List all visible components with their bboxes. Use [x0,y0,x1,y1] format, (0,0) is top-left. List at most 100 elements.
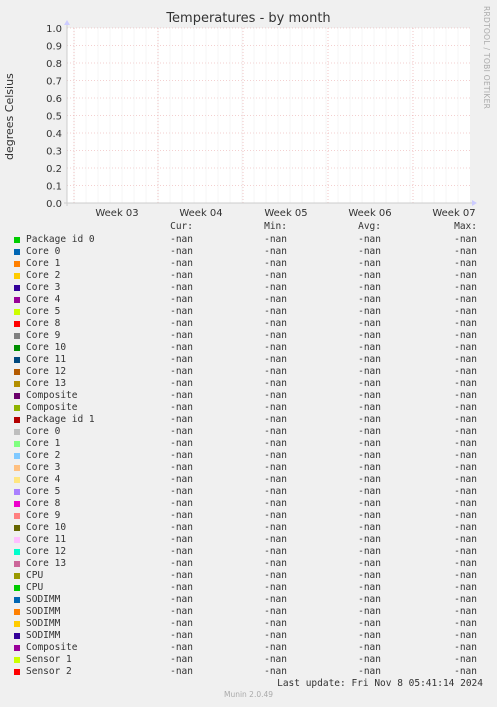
legend-value-max: -nan [454,246,477,257]
legend-swatch [14,657,20,663]
legend-swatch [14,249,20,255]
legend-value-avg: -nan [358,486,381,497]
legend-value-avg: -nan [358,246,381,257]
legend-series-name: Composite [26,390,78,401]
legend-series-name: Core 4 [26,474,61,485]
legend-value-cur: -nan [170,378,193,389]
legend-value-avg: -nan [358,462,381,473]
legend-value-max: -nan [454,270,477,281]
legend-swatch [14,621,20,627]
x-tick-label: Week 04 [179,208,222,219]
legend-value-min: -nan [264,618,287,629]
legend-value-avg: -nan [358,258,381,269]
legend-swatch [14,333,20,339]
legend-swatch [14,261,20,267]
legend-value-avg: -nan [358,270,381,281]
legend-header: Cur: Min: Avg: Max: [0,221,497,234]
legend-swatch [14,501,20,507]
legend-value-min: -nan [264,282,287,293]
legend-value-max: -nan [454,666,477,677]
legend-value-min: -nan [264,546,287,557]
last-update: Last update: Fri Nov 8 05:41:14 2024 [277,678,483,689]
legend-swatch [14,381,20,387]
legend-series-name: Core 3 [26,282,61,293]
legend-value-cur: -nan [170,438,193,449]
legend-value-avg: -nan [358,498,381,509]
legend-series-name: Core 2 [26,450,61,461]
legend-value-cur: -nan [170,474,193,485]
legend-series-name: Core 5 [26,486,61,497]
legend-value-cur: -nan [170,390,193,401]
legend-row: Core 8 -nan -nan -nan -nan [0,498,497,510]
legend-value-max: -nan [454,354,477,365]
legend-series-name: CPU [26,582,44,593]
legend-value-min: -nan [264,450,287,461]
legend-value-max: -nan [454,510,477,521]
legend-value-min: -nan [264,438,287,449]
legend-row: Core 12 -nan -nan -nan -nan [0,546,497,558]
legend-value-min: -nan [264,486,287,497]
legend-value-avg: -nan [358,606,381,617]
legend-value-cur: -nan [170,534,193,545]
legend-swatch [14,669,20,675]
legend-swatch [14,477,20,483]
legend-value-avg: -nan [358,654,381,665]
legend-series-name: Package id 1 [26,414,95,425]
legend-series-name: Core 8 [26,498,61,509]
legend-value-max: -nan [454,378,477,389]
legend-swatch [14,321,20,327]
legend-row: Core 1 -nan -nan -nan -nan [0,438,497,450]
legend-swatch [14,393,20,399]
legend-swatch [14,309,20,315]
legend-value-max: -nan [454,390,477,401]
legend-value-min: -nan [264,582,287,593]
legend-value-max: -nan [454,450,477,461]
legend-value-cur: -nan [170,558,193,569]
legend-row: Composite -nan -nan -nan -nan [0,390,497,402]
legend-value-avg: -nan [358,642,381,653]
legend-value-cur: -nan [170,546,193,557]
legend-row: SODIMM -nan -nan -nan -nan [0,606,497,618]
legend-row: Core 8 -nan -nan -nan -nan [0,318,497,330]
legend-value-avg: -nan [358,546,381,557]
legend-value-avg: -nan [358,666,381,677]
legend-swatch [14,273,20,279]
legend-value-min: -nan [264,426,287,437]
legend-value-avg: -nan [358,414,381,425]
legend-value-avg: -nan [358,282,381,293]
legend-swatch [14,525,20,531]
y-tick-label: 0.0 [46,199,62,210]
legend-value-cur: -nan [170,630,193,641]
y-tick-label: 0.2 [46,164,62,175]
legend-value-cur: -nan [170,510,193,521]
legend-series-name: CPU [26,570,44,581]
legend-value-max: -nan [454,318,477,329]
chart-svg: 0.0 0.1 0.2 0.3 0.4 0.5 0.6 0.7 0.8 0.9 1.0 Week 0… [46,20,477,219]
legend-value-cur: -nan [170,294,193,305]
x-tick-labels: Week 03 Week 04 Week 05 Week 06 Week 07 [95,208,475,219]
legend-value-min: -nan [264,390,287,401]
legend-row: Core 11 -nan -nan -nan -nan [0,354,497,366]
legend-row: Core 2 -nan -nan -nan -nan [0,450,497,462]
legend-value-avg: -nan [358,558,381,569]
munin-graph-page: Temperatures - by month degrees Celsius … [0,0,497,707]
legend-value-cur: -nan [170,654,193,665]
legend-value-cur: -nan [170,462,193,473]
legend-series-name: Core 13 [26,378,67,389]
legend-series-name: Composite [26,402,78,413]
legend-value-min: -nan [264,558,287,569]
legend-series-name: Package id 0 [26,234,95,245]
legend-series-name: Core 0 [26,246,61,257]
legend-value-max: -nan [454,402,477,413]
legend-value-avg: -nan [358,570,381,581]
legend-row: Core 10 -nan -nan -nan -nan [0,342,497,354]
legend-series-name: SODIMM [26,594,61,605]
legend-value-min: -nan [264,630,287,641]
legend-value-avg: -nan [358,318,381,329]
legend-value-max: -nan [454,570,477,581]
legend-value-max: -nan [454,462,477,473]
legend-swatch [14,609,20,615]
legend-series-name: Composite [26,642,78,653]
legend-rows: Package id 0 -nan -nan -nan -nan Core 0 -nan -n… [0,234,497,678]
legend-series-name: Sensor 2 [26,666,72,677]
